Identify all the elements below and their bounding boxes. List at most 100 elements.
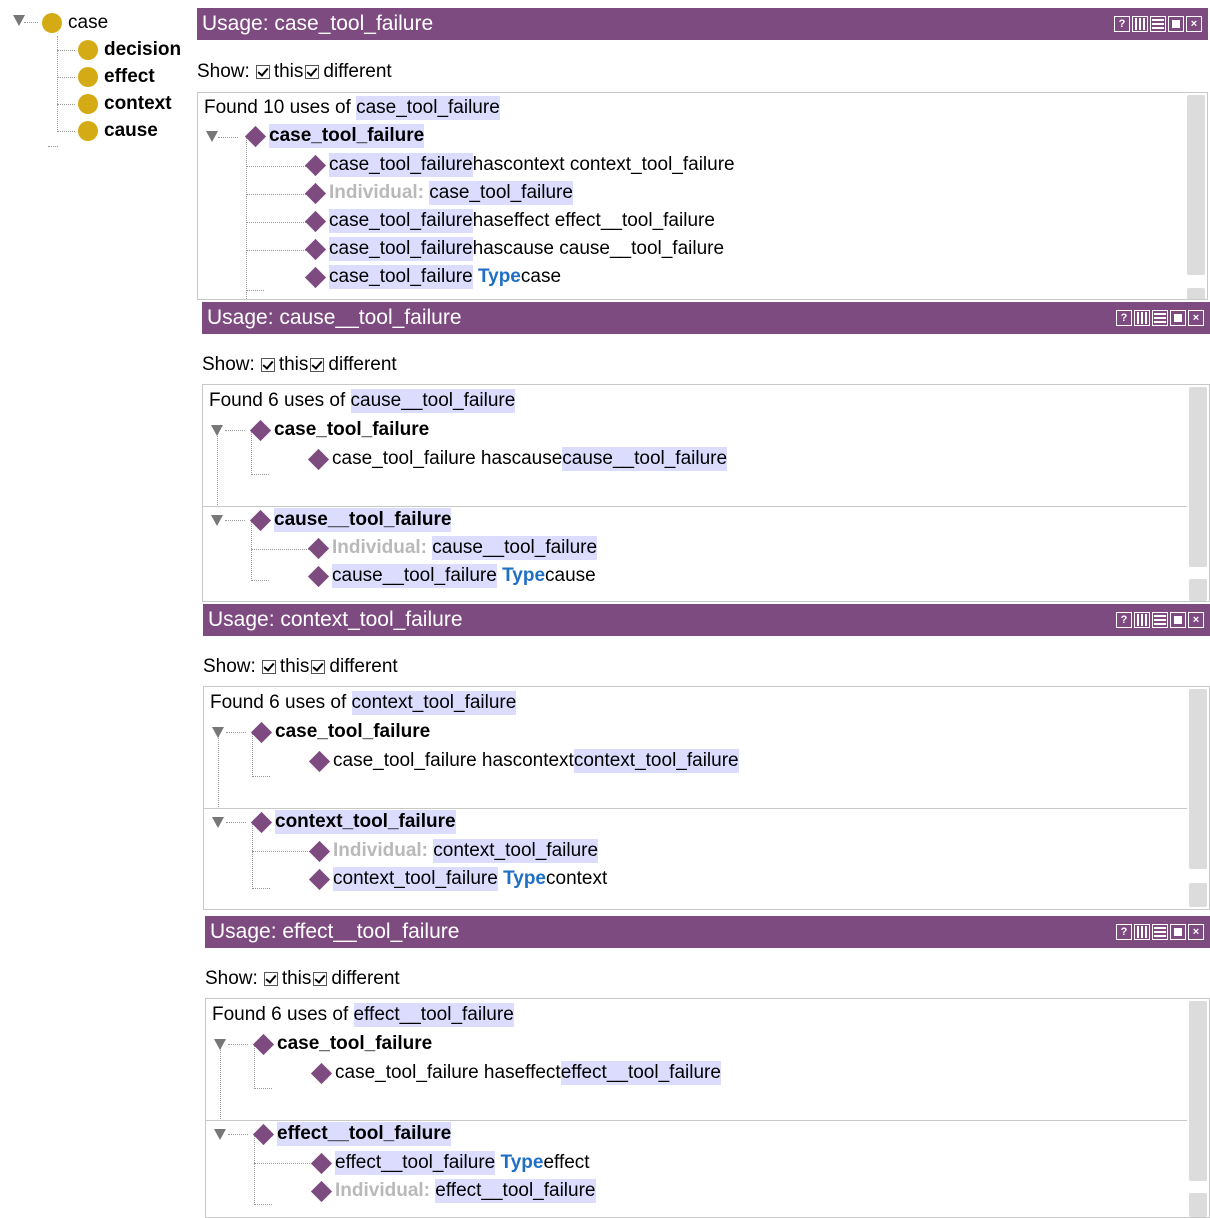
expand-triangle-icon[interactable] (214, 1128, 226, 1140)
different-checkbox[interactable] (305, 65, 320, 79)
scrollbar-thumb[interactable] (1189, 1193, 1207, 1217)
split-horizontal-icon[interactable] (1152, 924, 1168, 940)
show-label: Show: (197, 61, 250, 82)
usage-row[interactable]: effect__tool_failure Type effect (309, 1151, 590, 1175)
maximize-icon[interactable] (1168, 16, 1184, 32)
axiom-text: case_tool_failure haseffect (335, 1062, 561, 1083)
usage-row[interactable]: case_tool_failure hascontext context_too… (307, 749, 739, 773)
help-icon[interactable]: ? (1116, 924, 1132, 940)
scrollbar-thumb[interactable] (1189, 883, 1207, 907)
expand-triangle-icon[interactable] (214, 1038, 226, 1050)
expand-triangle-icon[interactable] (211, 514, 223, 526)
entity-ref: cause__tool_failure (562, 447, 728, 471)
found-entity: effect__tool_failure (353, 1003, 514, 1027)
axiom-diamond-icon (308, 868, 331, 890)
class-node-case[interactable]: case (42, 12, 108, 34)
class-node-decision[interactable]: decision (78, 39, 181, 61)
usage-row[interactable]: case_tool_failure haseffect effect__tool… (309, 1061, 721, 1085)
scrollbar[interactable] (1187, 385, 1209, 601)
class-label: cause (104, 120, 158, 141)
usage-row[interactable]: Individual: cause__tool_failure (306, 536, 598, 560)
this-label: this (279, 656, 310, 677)
scrollbar-thumb[interactable] (1189, 689, 1207, 869)
usage-panel-effect: Usage: effect__tool_failure ? × Show: th… (205, 916, 1210, 1218)
close-icon[interactable]: × (1188, 612, 1204, 628)
axiom-text: cause (545, 565, 596, 586)
usage-row[interactable]: Individual: effect__tool_failure (309, 1179, 596, 1203)
panel-titlebar[interactable]: Usage: cause__tool_failure ? × (202, 302, 1210, 334)
different-label: different (323, 61, 392, 82)
tree-group-header[interactable]: case_tool_failure (211, 418, 429, 442)
entity-ref: effect__tool_failure (560, 1061, 721, 1085)
scrollbar-thumb[interactable] (1187, 288, 1205, 299)
different-label: different (329, 656, 398, 677)
different-checkbox[interactable] (313, 972, 328, 986)
this-checkbox[interactable] (263, 972, 278, 986)
close-icon[interactable]: × (1188, 924, 1204, 940)
this-checkbox[interactable] (261, 660, 276, 674)
class-node-cause[interactable]: cause (78, 120, 158, 142)
different-checkbox[interactable] (310, 358, 325, 372)
usage-row[interactable]: cause__tool_failure Type cause (306, 564, 596, 588)
scrollbar[interactable] (1185, 93, 1207, 299)
maximize-icon[interactable] (1170, 924, 1186, 940)
panel-title: Usage: cause__tool_failure (207, 306, 462, 329)
usage-list[interactable]: Found 6 uses of effect__tool_failure cas… (205, 998, 1210, 1218)
usage-row[interactable]: case_tool_failure hascause cause__tool_f… (303, 237, 724, 261)
split-vertical-icon[interactable] (1134, 310, 1150, 326)
tree-group-header[interactable]: effect__tool_failure (214, 1122, 452, 1146)
help-icon[interactable]: ? (1114, 16, 1130, 32)
usage-list[interactable]: Found 10 uses of case_tool_failure case_… (197, 92, 1208, 300)
split-vertical-icon[interactable] (1132, 16, 1148, 32)
scrollbar-thumb[interactable] (1189, 579, 1207, 601)
help-icon[interactable]: ? (1116, 310, 1132, 326)
scrollbar[interactable] (1187, 687, 1209, 909)
usage-list[interactable]: Found 6 uses of context_tool_failure cas… (203, 686, 1210, 910)
scrollbar-thumb[interactable] (1189, 1001, 1207, 1181)
tree-group-header[interactable]: case_tool_failure (206, 124, 425, 148)
expand-triangle-icon[interactable] (13, 15, 25, 26)
this-checkbox[interactable] (255, 65, 270, 79)
usage-row[interactable]: Individual: case_tool_failure (303, 181, 573, 205)
scrollbar-thumb[interactable] (1187, 95, 1205, 275)
split-horizontal-icon[interactable] (1150, 16, 1166, 32)
close-icon[interactable]: × (1188, 310, 1204, 326)
different-checkbox[interactable] (311, 660, 326, 674)
usage-row[interactable]: case_tool_failure hascontext context_too… (303, 153, 735, 177)
class-node-effect[interactable]: effect (78, 66, 155, 88)
maximize-icon[interactable] (1170, 612, 1186, 628)
usage-row[interactable]: context_tool_failure Type context (307, 867, 607, 891)
panel-titlebar[interactable]: Usage: case_tool_failure ? × (197, 8, 1208, 40)
expand-triangle-icon[interactable] (206, 130, 218, 142)
group-separator (206, 1120, 1187, 1121)
expand-triangle-icon[interactable] (212, 726, 224, 738)
usage-row[interactable]: case_tool_failure Type case (303, 265, 561, 289)
found-summary: Found 6 uses of effect__tool_failure (212, 1003, 514, 1027)
axiom-diamond-icon (310, 1062, 333, 1084)
expand-triangle-icon[interactable] (212, 816, 224, 828)
scrollbar-thumb[interactable] (1189, 387, 1207, 567)
usage-row[interactable]: Individual: context_tool_failure (307, 839, 599, 863)
tree-group-header[interactable]: cause__tool_failure (211, 508, 452, 532)
usage-row[interactable]: case_tool_failure hascause cause__tool_f… (306, 447, 728, 471)
usage-list[interactable]: Found 6 uses of cause__tool_failure case… (202, 384, 1210, 602)
usage-row[interactable]: case_tool_failure haseffect effect__tool… (303, 209, 715, 233)
axiom-diamond-icon (304, 210, 327, 232)
split-vertical-icon[interactable] (1134, 924, 1150, 940)
panel-titlebar[interactable]: Usage: context_tool_failure ? × (203, 604, 1210, 636)
this-checkbox[interactable] (260, 358, 275, 372)
split-vertical-icon[interactable] (1134, 612, 1150, 628)
maximize-icon[interactable] (1170, 310, 1186, 326)
tree-group-header[interactable]: case_tool_failure (214, 1032, 432, 1056)
show-options: Show: this different (205, 966, 400, 992)
tree-group-header[interactable]: context_tool_failure (212, 810, 456, 834)
scrollbar[interactable] (1187, 999, 1209, 1217)
split-horizontal-icon[interactable] (1152, 612, 1168, 628)
tree-group-header[interactable]: case_tool_failure (212, 720, 430, 744)
expand-triangle-icon[interactable] (211, 424, 223, 436)
close-icon[interactable]: × (1186, 16, 1202, 32)
help-icon[interactable]: ? (1116, 612, 1132, 628)
split-horizontal-icon[interactable] (1152, 310, 1168, 326)
panel-titlebar[interactable]: Usage: effect__tool_failure ? × (205, 916, 1210, 948)
class-node-context[interactable]: context (78, 93, 172, 115)
